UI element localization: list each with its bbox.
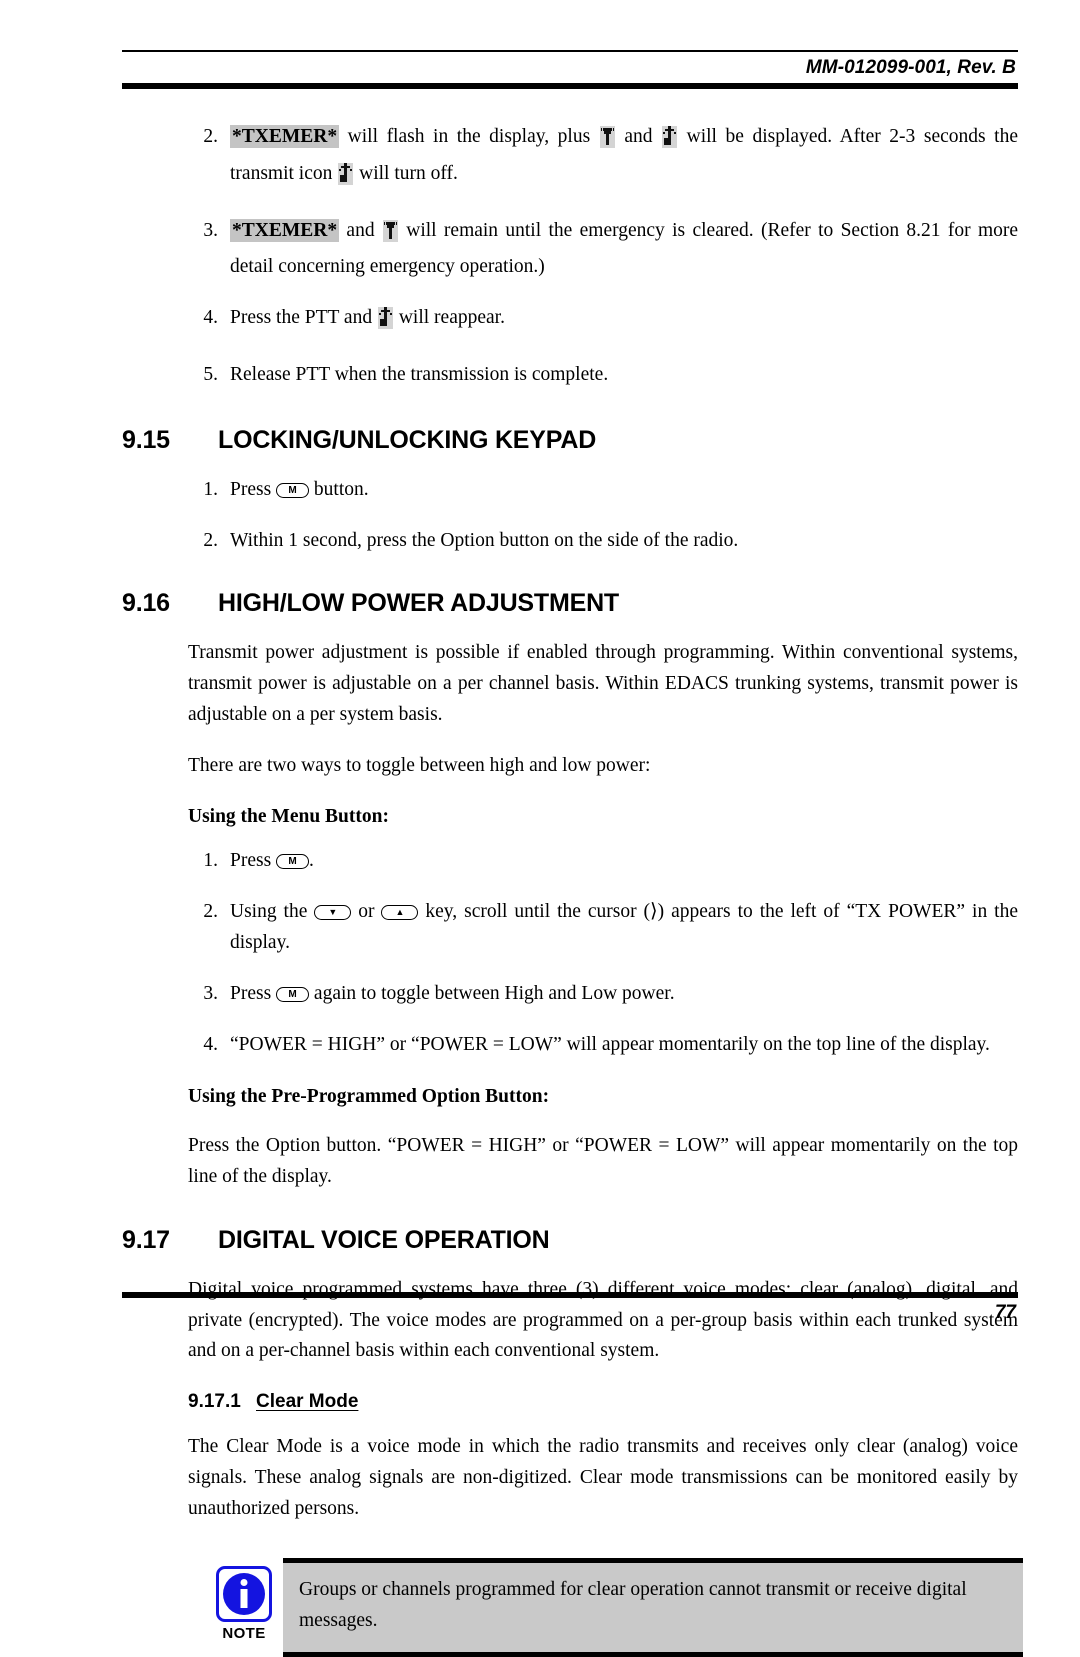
subsection-heading-9-17-1: 9.17.1 Clear Mode: [188, 1391, 1018, 1414]
section-916-intro: Transmit power adjustment is possible if…: [188, 642, 1018, 725]
list-item-number: 2.: [203, 126, 218, 147]
section-number: 9.15: [122, 425, 170, 454]
section-916-lead-in: There are two ways to toggle between hig…: [188, 754, 651, 776]
list-item-text: Within 1 second, press the Option button…: [230, 529, 739, 551]
list-item-number: 5.: [203, 363, 218, 385]
transmit-icon: [377, 307, 393, 340]
section-title: DIGITAL VOICE OPERATION: [218, 1225, 550, 1254]
list-item-text: will turn off.: [354, 162, 458, 184]
arrow-up-key-icon[interactable]: ▲: [381, 905, 419, 921]
transmit-icon: [662, 126, 678, 159]
list-item-number: 3.: [203, 219, 218, 241]
menu-button-steps-list: 1. Press M. 2. Using the ▼ or ▲ key, scrol…: [188, 846, 1018, 1060]
menu-button-subheading: Using the Menu Button:: [188, 805, 389, 827]
page-footer: 77: [122, 1292, 1018, 1324]
list-item-text: Press: [230, 478, 277, 500]
info-icon-circle: [223, 1573, 265, 1616]
emergency-steps-list: 2. *TXEMER* will flash in the display, pl…: [188, 122, 1018, 391]
list-item-text: Release PTT when the transmission is com…: [230, 363, 609, 385]
info-icon-dot: [240, 1579, 248, 1587]
list-item: 1. Press M button.: [188, 475, 1018, 506]
list-item-number: 4.: [203, 307, 218, 329]
list-item-text: will reappear.: [393, 307, 505, 329]
list-item: 3. *TXEMER* and will remain until the eme…: [188, 216, 1018, 284]
info-icon-stem: [240, 1589, 248, 1609]
menu-key-icon[interactable]: M: [276, 482, 310, 498]
section-heading-9-16: 9.16 HIGH/LOW POWER ADJUSTMENT: [122, 588, 1018, 618]
section-heading-9-17: 9.17 DIGITAL VOICE OPERATION: [122, 1225, 1018, 1255]
clear-mode-text: The Clear Mode is a voice mode in which …: [188, 1435, 1018, 1519]
option-button-text: Press the Option button. “POWER = HIGH” …: [188, 1135, 1018, 1187]
locking-steps-list: 1. Press M button. 2. Within 1 second, pre…: [188, 475, 1018, 557]
info-icon: [216, 1566, 272, 1623]
section-title: LOCKING/UNLOCKING KEYPAD: [218, 425, 597, 454]
list-item: 2. *TXEMER* will flash in the display, pl…: [188, 122, 1018, 196]
list-item: 2. Within 1 second, press the Option butt…: [188, 526, 1018, 557]
list-item: 4. “POWER = HIGH” or “POWER = LOW” will a…: [188, 1030, 1018, 1061]
document-id: MM-012099-001, Rev. B: [805, 57, 1016, 78]
antenna-icon: [599, 126, 615, 159]
subsection-number: 9.17.1: [188, 1391, 241, 1413]
menu-key-icon[interactable]: M: [276, 854, 310, 870]
list-item: 2. Using the ▼ or ▲ key, scroll until the…: [188, 897, 1018, 959]
note-label: NOTE: [222, 1625, 266, 1643]
section-number: 9.16: [122, 589, 170, 618]
list-item-number: 2.: [203, 529, 218, 551]
list-item-text: Press: [230, 982, 277, 1004]
option-button-subheading: Using the Pre-Programmed Option Button:: [188, 1086, 550, 1108]
subsection-title: Clear Mode: [256, 1391, 359, 1413]
list-item: 5. Release PTT when the transmission is c…: [188, 360, 1018, 391]
note-callout: NOTE Groups or channels programmed for c…: [205, 1558, 1023, 1657]
list-item-number: 2.: [203, 901, 218, 923]
note-icon-column: NOTE: [205, 1558, 283, 1642]
list-item-text: “POWER = HIGH” or “POWER = LOW” will app…: [230, 1033, 990, 1055]
list-item-text: and: [615, 126, 662, 147]
section-title: HIGH/LOW POWER ADJUSTMENT: [218, 589, 620, 618]
list-item-number: 1.: [203, 478, 218, 500]
header-bottom-rule: [122, 82, 1018, 89]
txemer-highlight: *TXEMER*: [230, 125, 340, 148]
list-item-number: 1.: [203, 850, 218, 872]
list-item-text: again to toggle between High and Low pow…: [309, 982, 675, 1004]
page-number: 77: [994, 1302, 1016, 1323]
list-item-text: .: [309, 850, 314, 872]
list-item-text: Using the: [230, 901, 315, 923]
list-item-text: Press the PTT and: [230, 307, 377, 329]
page-content: 2. *TXEMER* will flash in the display, pl…: [0, 122, 1080, 1657]
page-header: MM-012099-001, Rev. B: [122, 50, 1018, 89]
section-heading-9-15: 9.15 LOCKING/UNLOCKING KEYPAD: [122, 425, 1018, 455]
section-number: 9.17: [122, 1225, 170, 1254]
list-item-text: will flash in the display, plus: [339, 126, 599, 147]
list-item-text: Press: [230, 850, 277, 872]
list-item-text: or: [351, 901, 382, 923]
list-item-number: 4.: [203, 1033, 218, 1055]
menu-key-icon[interactable]: M: [276, 986, 310, 1002]
list-item-text: button.: [309, 478, 369, 500]
list-item-number: 3.: [203, 982, 218, 1004]
txemer-highlight: *TXEMER*: [230, 218, 340, 242]
antenna-icon: [382, 219, 398, 253]
transmit-icon: [338, 162, 354, 196]
list-item-text: and: [339, 219, 382, 241]
list-item: 1. Press M.: [188, 846, 1018, 877]
list-item: 4. Press the PTT and will reappear.: [188, 303, 1018, 340]
note-body-text: Groups or channels programmed for clear …: [283, 1558, 1023, 1657]
arrow-down-key-icon[interactable]: ▼: [314, 905, 352, 921]
list-item: 3. Press M again to toggle between High a…: [188, 979, 1018, 1010]
document-page: MM-012099-001, Rev. B 2. *TXEMER* will fl…: [0, 0, 1080, 1657]
